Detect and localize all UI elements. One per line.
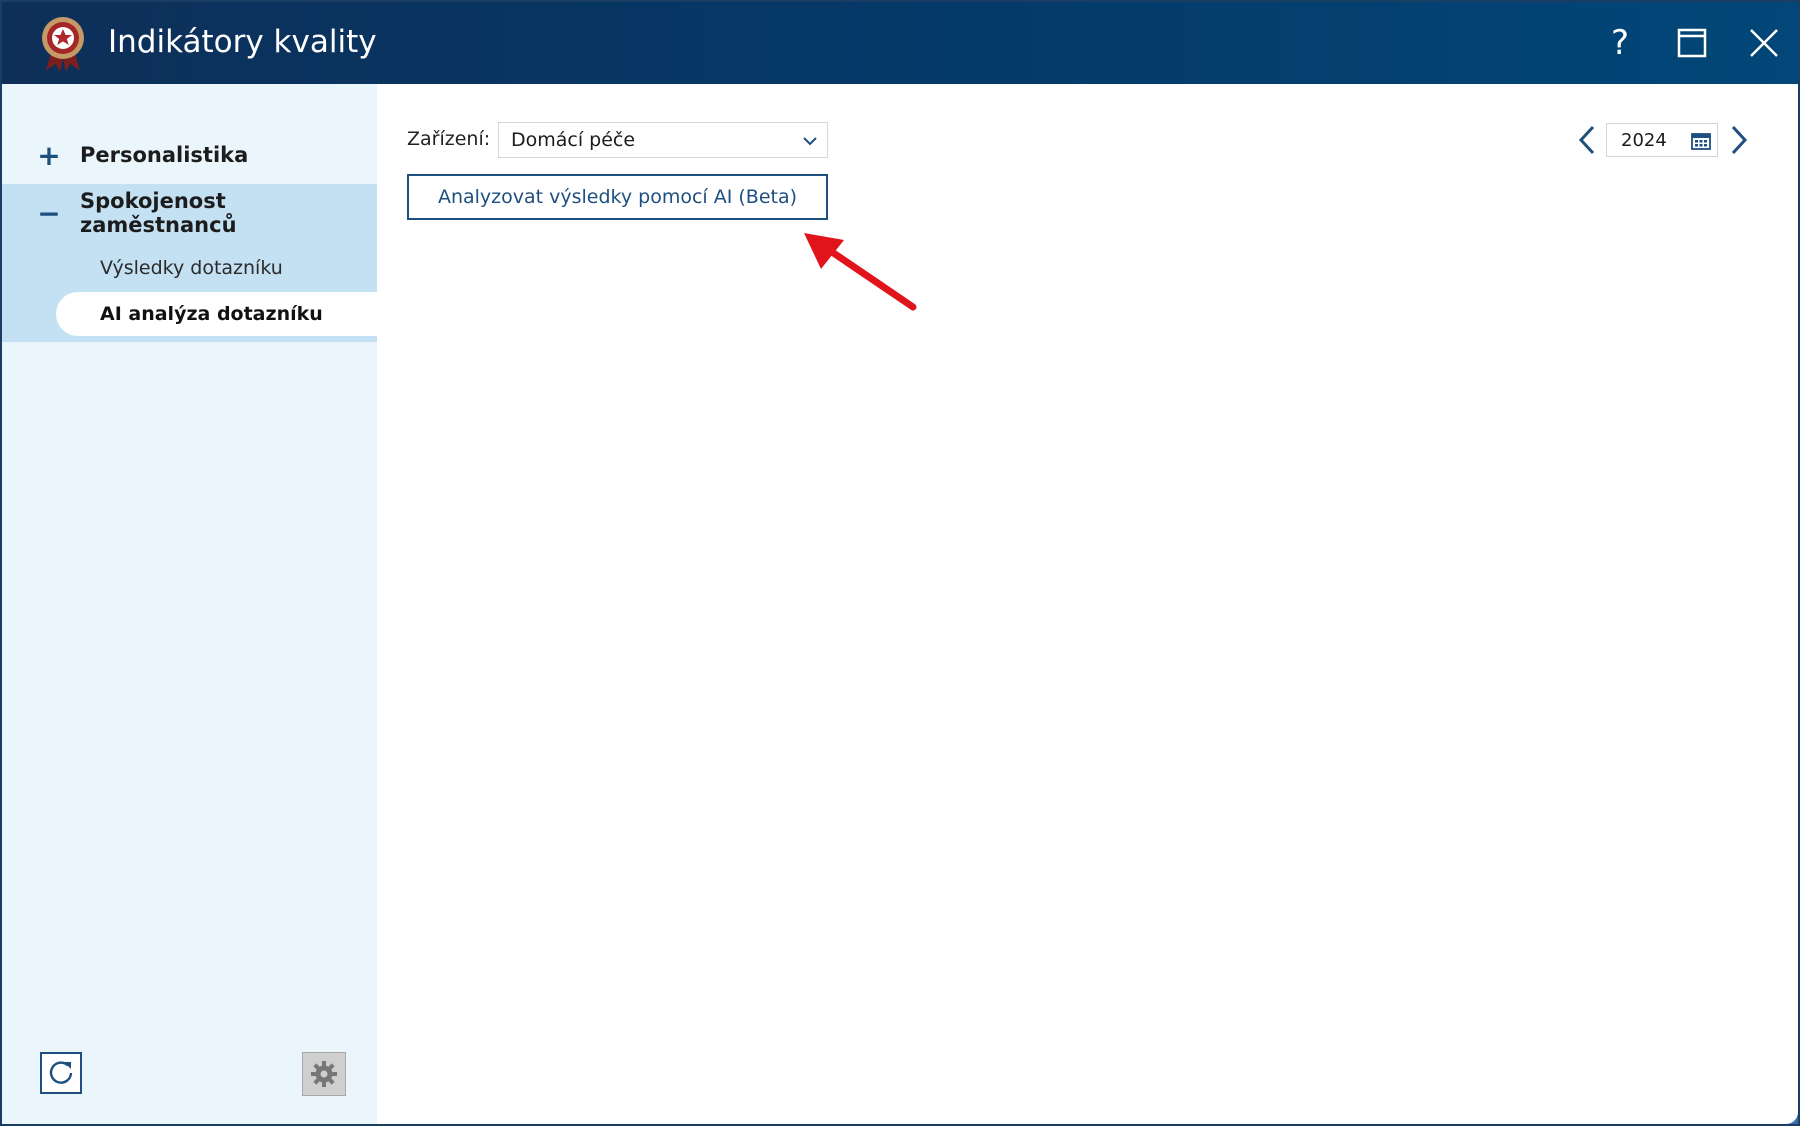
- sidebar-item-vysledky-dotazniku[interactable]: Výsledky dotazníku: [2, 246, 377, 290]
- annotation-arrow-icon: [804, 233, 917, 311]
- refresh-button[interactable]: [40, 1052, 82, 1094]
- facility-select-value: Domácí péče: [511, 129, 636, 151]
- refresh-icon: [49, 1061, 73, 1084]
- facility-label: Zařízení:: [407, 128, 491, 150]
- year-field[interactable]: 2024: [1606, 123, 1718, 157]
- resize-grip-icon[interactable]: [1782, 1108, 1798, 1124]
- help-button[interactable]: ?: [1592, 16, 1648, 70]
- award-badge-icon: [42, 17, 84, 72]
- sidebar-item-ai-analyza[interactable]: AI analýza dotazníku: [56, 292, 377, 336]
- facility-select[interactable]: Domácí péče: [498, 122, 828, 158]
- sidebar-group-personalistika[interactable]: + Personalistika: [2, 126, 377, 184]
- sidebar-item-label: AI analýza dotazníku: [100, 303, 323, 325]
- analyze-ai-button[interactable]: Analyzovat výsledky pomocí AI (Beta): [407, 174, 828, 220]
- question-icon: ?: [1610, 23, 1630, 63]
- sidebar-expanded-section: − Spokojenost zaměstnanců Výsledky dotaz…: [2, 184, 377, 342]
- close-button[interactable]: [1736, 16, 1792, 70]
- title-bar: Indikátory kvality ?: [2, 2, 1798, 84]
- previous-year-button[interactable]: [1572, 122, 1602, 158]
- sidebar-group-spokojenost[interactable]: − Spokojenost zaměstnanců: [2, 184, 377, 242]
- app-window: Indikátory kvality ? + Personalistika −: [0, 0, 1800, 1126]
- sidebar-group-label: Spokojenost zaměstnanců: [80, 189, 237, 237]
- chevron-left-icon: [1578, 125, 1595, 155]
- gear-icon: [311, 1061, 337, 1087]
- sidebar-item-label: Výsledky dotazníku: [100, 257, 283, 279]
- next-year-button[interactable]: [1724, 122, 1754, 158]
- maximize-icon: [1677, 28, 1707, 58]
- chevron-right-icon: [1731, 125, 1748, 155]
- maximize-button[interactable]: [1664, 16, 1720, 70]
- close-icon: [1750, 29, 1778, 57]
- settings-button[interactable]: [302, 1052, 346, 1096]
- year-value: 2024: [1621, 130, 1667, 151]
- collapse-minus-icon: −: [37, 196, 61, 230]
- sidebar: + Personalistika − Spokojenost zaměstnan…: [2, 84, 377, 1124]
- expand-plus-icon: +: [37, 138, 61, 172]
- calendar-icon[interactable]: [1691, 132, 1711, 150]
- sidebar-group-label: Personalistika: [80, 143, 249, 167]
- window-title: Indikátory kvality: [108, 24, 377, 60]
- chevron-down-icon: [803, 137, 817, 146]
